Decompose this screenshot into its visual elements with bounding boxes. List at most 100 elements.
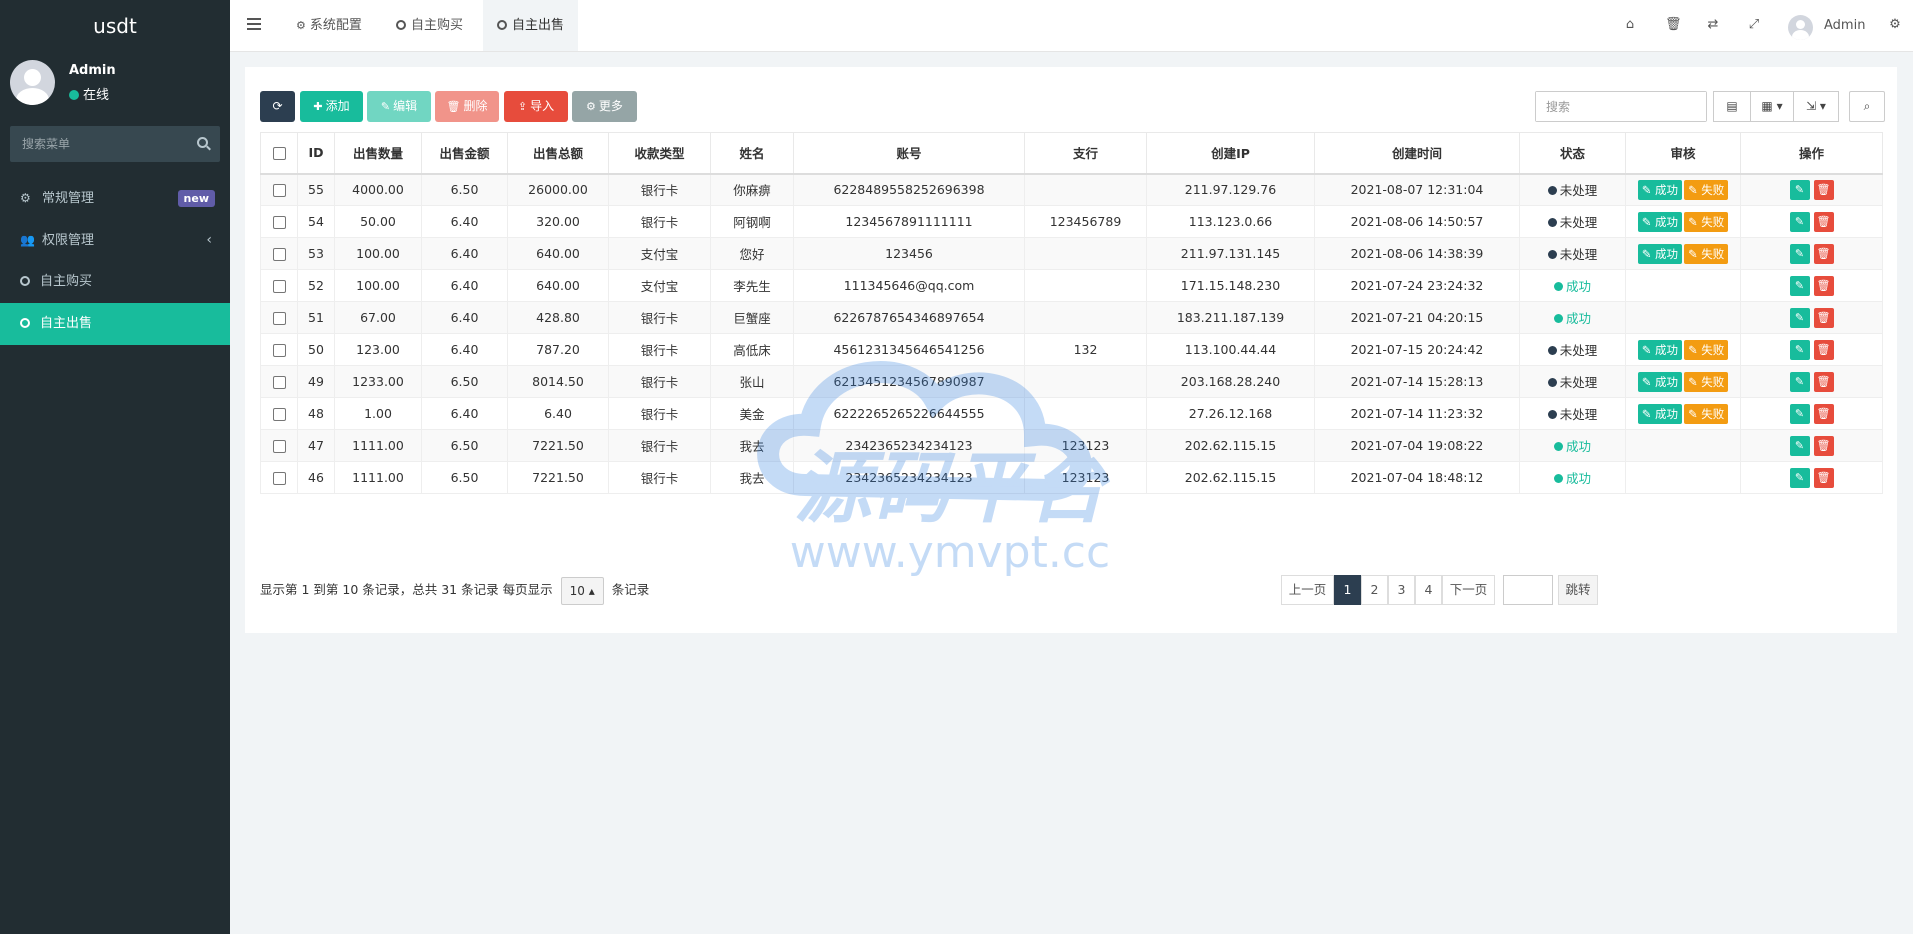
- approve-button[interactable]: ✎ 成功: [1637, 211, 1682, 232]
- header-avatar[interactable]: [1788, 15, 1813, 40]
- tab-self-buy[interactable]: 自主购买: [382, 0, 477, 51]
- reject-button[interactable]: ✎ 失败: [1684, 371, 1729, 392]
- approve-button[interactable]: ✎ 成功: [1637, 339, 1682, 360]
- sidebar-search-input[interactable]: [10, 126, 220, 162]
- column-header[interactable]: ID: [297, 132, 335, 175]
- row-delete-button[interactable]: 🗑: [1813, 179, 1834, 200]
- tab-self-sell[interactable]: 自主出售: [483, 0, 579, 51]
- reject-button[interactable]: ✎ 失败: [1684, 179, 1729, 200]
- table-row[interactable]: 46 1111.00 6.50 7221.50 银行卡 我去 234236523423412…: [260, 461, 1883, 494]
- row-edit-button[interactable]: ✎: [1789, 307, 1810, 328]
- column-header[interactable]: 出售金额: [421, 132, 508, 175]
- row-edit-button[interactable]: ✎: [1789, 275, 1810, 296]
- reject-button[interactable]: ✎ 失败: [1684, 339, 1729, 360]
- sidebar-item-buy[interactable]: 自主购买: [0, 261, 230, 303]
- row-checkbox[interactable]: [272, 440, 286, 453]
- row-edit-button[interactable]: ✎: [1789, 371, 1810, 392]
- row-checkbox[interactable]: [272, 280, 286, 293]
- prev-page-button[interactable]: 上一页: [1281, 575, 1334, 605]
- row-delete-button[interactable]: 🗑: [1813, 275, 1834, 296]
- search-toggle-button[interactable]: ⌕: [1849, 91, 1885, 122]
- translate-icon[interactable]: ⇄: [1706, 18, 1720, 32]
- row-checkbox[interactable]: [272, 408, 286, 421]
- jump-button[interactable]: 跳转: [1558, 575, 1598, 605]
- row-checkbox[interactable]: [272, 216, 286, 229]
- delete-button[interactable]: 🗑 删除: [435, 91, 499, 122]
- toggle-view-button[interactable]: ▤: [1713, 91, 1751, 122]
- column-header[interactable]: 创建时间: [1314, 132, 1520, 175]
- menu-toggle-icon[interactable]: [247, 18, 261, 30]
- table-row[interactable]: 54 50.00 6.40 320.00 银行卡 阿钢啊 1234567891111111 1…: [260, 205, 1883, 238]
- table-row[interactable]: 51 67.00 6.40 428.80 银行卡 巨蟹座 62267876543468976…: [260, 301, 1883, 334]
- approve-button[interactable]: ✎ 成功: [1637, 403, 1682, 424]
- column-header[interactable]: 姓名: [710, 132, 794, 175]
- brand-logo[interactable]: usdt: [0, 0, 230, 52]
- reject-button[interactable]: ✎ 失败: [1684, 243, 1729, 264]
- add-button[interactable]: ✚ 添加: [300, 91, 363, 122]
- reject-button[interactable]: ✎ 失败: [1684, 211, 1729, 232]
- row-delete-button[interactable]: 🗑: [1813, 339, 1834, 360]
- search-icon[interactable]: [197, 137, 208, 148]
- trash-icon[interactable]: 🗑: [1665, 18, 1682, 32]
- row-checkbox[interactable]: [272, 344, 286, 357]
- refresh-button[interactable]: ⟳: [260, 91, 295, 122]
- sidebar-item-permissions[interactable]: 👥 权限管理 ‹: [0, 219, 230, 261]
- row-delete-button[interactable]: 🗑: [1813, 243, 1834, 264]
- settings-icon[interactable]: ⚙: [1888, 18, 1902, 32]
- row-delete-button[interactable]: 🗑: [1813, 403, 1834, 424]
- table-row[interactable]: 49 1233.00 6.50 8014.50 银行卡 张山 621345123456789…: [260, 365, 1883, 398]
- row-edit-button[interactable]: ✎: [1789, 403, 1810, 424]
- table-search-input[interactable]: [1536, 92, 1706, 121]
- column-header[interactable]: 出售总额: [507, 132, 609, 175]
- column-header[interactable]: 收款类型: [608, 132, 711, 175]
- row-checkbox[interactable]: [272, 312, 286, 325]
- row-delete-button[interactable]: 🗑: [1813, 211, 1834, 232]
- row-edit-button[interactable]: ✎: [1789, 243, 1810, 264]
- export-button[interactable]: ⇲ ▾: [1793, 91, 1839, 122]
- table-row[interactable]: 53 100.00 6.40 640.00 支付宝 您好 123456 211.97.131.…: [260, 237, 1883, 270]
- page-button[interactable]: 4: [1415, 575, 1442, 605]
- tab-system-config[interactable]: ⚙ 系统配置: [282, 0, 376, 51]
- reject-button[interactable]: ✎ 失败: [1684, 403, 1729, 424]
- row-delete-button[interactable]: 🗑: [1813, 467, 1834, 488]
- row-edit-button[interactable]: ✎: [1789, 179, 1810, 200]
- table-row[interactable]: 47 1111.00 6.50 7221.50 银行卡 我去 234236523423412…: [260, 429, 1883, 462]
- fullscreen-icon[interactable]: ⤢: [1747, 18, 1761, 32]
- approve-button[interactable]: ✎ 成功: [1637, 179, 1682, 200]
- import-button[interactable]: ⇪ 导入: [504, 91, 568, 122]
- column-header[interactable]: 状态: [1519, 132, 1626, 175]
- approve-button[interactable]: ✎ 成功: [1637, 371, 1682, 392]
- header-user-name[interactable]: Admin: [1824, 0, 1865, 52]
- table-row[interactable]: 55 4000.00 6.50 26000.00 银行卡 你麻痹 6228489558252…: [260, 173, 1883, 206]
- row-checkbox[interactable]: [272, 248, 286, 261]
- column-header[interactable]: 创建IP: [1146, 132, 1315, 175]
- row-delete-button[interactable]: 🗑: [1813, 435, 1834, 456]
- table-row[interactable]: 50 123.00 6.40 787.20 银行卡 高低床 4561231345646541…: [260, 333, 1883, 366]
- row-checkbox[interactable]: [272, 376, 286, 389]
- page-button[interactable]: 3: [1388, 575, 1415, 605]
- next-page-button[interactable]: 下一页: [1442, 575, 1495, 605]
- more-button[interactable]: ⚙ 更多: [572, 91, 637, 122]
- page-button[interactable]: 1: [1334, 575, 1361, 605]
- row-delete-button[interactable]: 🗑: [1813, 307, 1834, 328]
- row-edit-button[interactable]: ✎: [1789, 435, 1810, 456]
- columns-button[interactable]: ▦ ▾: [1750, 91, 1794, 122]
- jump-page-input[interactable]: [1504, 576, 1552, 604]
- row-checkbox[interactable]: [272, 472, 286, 485]
- row-checkbox[interactable]: [272, 184, 286, 198]
- page-button[interactable]: 2: [1361, 575, 1388, 605]
- table-row[interactable]: 48 1.00 6.40 6.40 银行卡 美金 6222265265226644555 27…: [260, 397, 1883, 430]
- select-all-checkbox[interactable]: [272, 147, 286, 161]
- sidebar-item-sell[interactable]: 自主出售: [0, 303, 230, 345]
- column-header[interactable]: 支行: [1024, 132, 1147, 175]
- edit-button[interactable]: ✎ 编辑: [367, 91, 431, 122]
- row-edit-button[interactable]: ✎: [1789, 339, 1810, 360]
- row-edit-button[interactable]: ✎: [1789, 211, 1810, 232]
- row-delete-button[interactable]: 🗑: [1813, 371, 1834, 392]
- row-edit-button[interactable]: ✎: [1789, 467, 1810, 488]
- page-size-select[interactable]: 10 ▴: [560, 576, 604, 605]
- home-icon[interactable]: ⌂: [1623, 18, 1637, 32]
- column-header[interactable]: 出售数量: [334, 132, 422, 175]
- approve-button[interactable]: ✎ 成功: [1637, 243, 1682, 264]
- sidebar-item-general[interactable]: ⚙ 常规管理 new: [0, 177, 230, 219]
